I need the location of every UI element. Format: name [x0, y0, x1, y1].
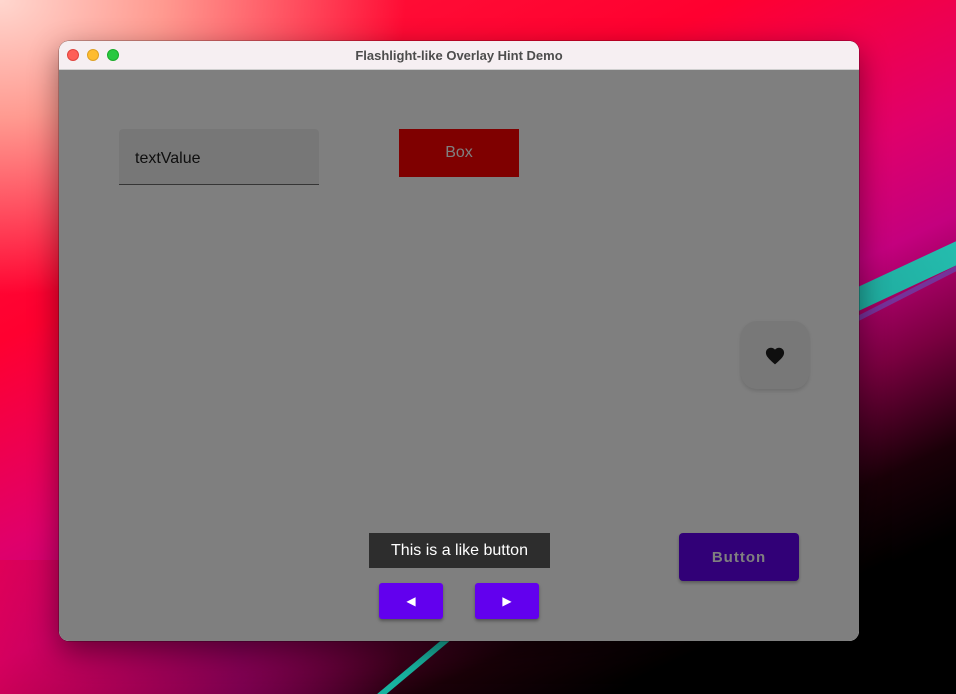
previous-hint-button[interactable]: ◀	[379, 583, 443, 619]
text-input[interactable]: textValue	[119, 129, 319, 185]
like-button[interactable]	[741, 321, 809, 389]
primary-button[interactable]: Button	[679, 533, 799, 581]
window-content: textValue Box Button This is a like butt…	[59, 70, 859, 641]
maximize-window-button[interactable]	[107, 49, 119, 61]
app-window: Flashlight-like Overlay Hint Demo textVa…	[59, 41, 859, 641]
next-hint-button[interactable]: ▶	[475, 583, 539, 619]
window-title: Flashlight-like Overlay Hint Demo	[355, 47, 563, 63]
red-box: Box	[399, 129, 519, 177]
close-window-button[interactable]	[67, 49, 79, 61]
right-arrow-icon: ▶	[502, 594, 512, 608]
heart-icon	[765, 347, 785, 365]
hint-tooltip: This is a like button	[369, 533, 550, 568]
minimize-window-button[interactable]	[87, 49, 99, 61]
left-arrow-icon: ◀	[406, 594, 416, 608]
title-bar[interactable]: Flashlight-like Overlay Hint Demo	[59, 41, 859, 70]
